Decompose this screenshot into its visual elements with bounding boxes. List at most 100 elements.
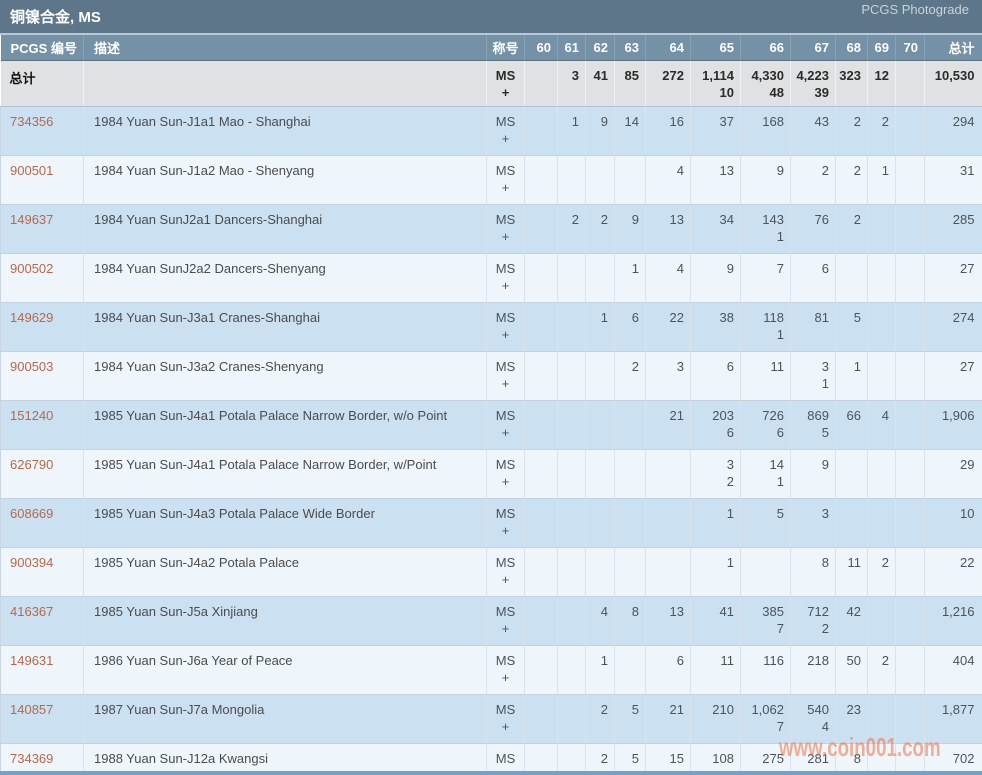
table-row: 1496291984 Yuan Sun-J3a1 Cranes-Shanghai…	[1, 303, 982, 352]
column-header-grade-70: 70	[896, 35, 925, 61]
grade-67-count-cell: 2	[791, 156, 836, 205]
pcgs-number-link[interactable]: 151240	[10, 408, 53, 423]
grade-64-count-cell	[646, 499, 691, 548]
grade-62-count-cell: 2	[586, 695, 615, 744]
grade-60-count-cell	[525, 61, 558, 107]
pcgs-number-cell: 151240	[1, 401, 84, 450]
grade-68-count-cell	[836, 254, 868, 303]
pcgs-number-link[interactable]: 900503	[10, 359, 53, 374]
grade-62-count-cell	[586, 254, 615, 303]
pcgs-number-link[interactable]: 900394	[10, 555, 53, 570]
description-cell: 1986 Yuan Sun-J6a Year of Peace	[84, 646, 487, 695]
column-header-designation: 称号	[487, 35, 525, 61]
grade-61-count-cell	[558, 254, 586, 303]
grade-63-count-cell	[615, 548, 646, 597]
grade-67-count-cell: 4,22339	[791, 61, 836, 107]
grade-70-count-cell	[896, 254, 925, 303]
grade-65-count-cell: 1	[691, 548, 741, 597]
pcgs-number-link[interactable]: 734356	[10, 114, 53, 129]
pcgs-number-link[interactable]: 140857	[10, 702, 53, 717]
grade-69-count-cell	[868, 695, 896, 744]
pcgs-number-link[interactable]: 149631	[10, 653, 53, 668]
grade-60-count-cell	[525, 254, 558, 303]
grade-66-count-cell: 7266	[741, 401, 791, 450]
pcgs-number-cell: 149637	[1, 205, 84, 254]
grade-60-count-cell	[525, 303, 558, 352]
designation-cell: MS+	[487, 205, 525, 254]
grade-68-count-cell: 2	[836, 107, 868, 156]
grade-68-count-cell: 66	[836, 401, 868, 450]
row-total-cell: 29	[925, 450, 982, 499]
grade-68-count-cell: 1	[836, 352, 868, 401]
grade-63-count-cell: 1	[615, 254, 646, 303]
grade-63-count-cell: 6	[615, 303, 646, 352]
pcgs-number-link[interactable]: 608669	[10, 506, 53, 521]
description-cell: 1985 Yuan Sun-J5a Xinjiang	[84, 597, 487, 646]
pcgs-number-link[interactable]: 416367	[10, 604, 53, 619]
grade-70-count-cell	[896, 156, 925, 205]
column-header-grade-62: 62	[586, 35, 615, 61]
grade-63-count-cell: 8	[615, 597, 646, 646]
grade-68-count-cell	[836, 450, 868, 499]
designation-cell: MS+	[487, 254, 525, 303]
row-total-cell: 31	[925, 156, 982, 205]
column-header-description: 描述	[84, 35, 487, 61]
grade-63-count-cell	[615, 499, 646, 548]
grade-64-count-cell	[646, 548, 691, 597]
pcgs-number-link[interactable]: 900501	[10, 163, 53, 178]
pcgs-number-link[interactable]: 900502	[10, 261, 53, 276]
designation-cell: MS+	[487, 695, 525, 744]
grade-61-count-cell: 1	[558, 107, 586, 156]
designation-cell: MS+	[487, 597, 525, 646]
pcgs-number-link[interactable]: 149629	[10, 310, 53, 325]
totals-label: 总计	[10, 71, 36, 86]
grade-60-count-cell	[525, 548, 558, 597]
grade-63-count-cell: 2	[615, 352, 646, 401]
grade-60-count-cell	[525, 107, 558, 156]
column-header-grade-69: 69	[868, 35, 896, 61]
table-row: 1408571987 Yuan Sun-J7a MongoliaMS+25212…	[1, 695, 982, 744]
grade-61-count-cell	[558, 156, 586, 205]
grade-65-count-cell: 1,11410	[691, 61, 741, 107]
column-header-grade-67: 67	[791, 35, 836, 61]
grade-64-count-cell: 272	[646, 61, 691, 107]
table-row: 9005021984 Yuan SunJ2a2 Dancers-Shenyang…	[1, 254, 982, 303]
grade-64-count-cell: 6	[646, 646, 691, 695]
grade-66-count-cell: 1431	[741, 205, 791, 254]
grade-66-count-cell: 116	[741, 646, 791, 695]
grade-65-count-cell: 1	[691, 499, 741, 548]
pcgs-number-cell: 608669	[1, 499, 84, 548]
pcgs-number-cell: 900394	[1, 548, 84, 597]
column-header-grade-66: 66	[741, 35, 791, 61]
grade-65-count-cell: 11	[691, 646, 741, 695]
grade-70-count-cell	[896, 303, 925, 352]
grade-60-count-cell	[525, 646, 558, 695]
grade-67-count-cell: 8695	[791, 401, 836, 450]
row-total-cell: 10,530	[925, 61, 982, 107]
grade-69-count-cell: 4	[868, 401, 896, 450]
grade-67-count-cell: 31	[791, 352, 836, 401]
grade-66-count-cell: 168	[741, 107, 791, 156]
pcgs-photograde-link[interactable]: PCGS Photograde	[861, 2, 969, 17]
pcgs-number-link[interactable]: 734369	[10, 751, 53, 766]
grade-68-count-cell: 2	[836, 205, 868, 254]
column-header-grade-65: 65	[691, 35, 741, 61]
grade-60-count-cell	[525, 450, 558, 499]
row-total-cell: 274	[925, 303, 982, 352]
grade-70-count-cell	[896, 695, 925, 744]
grade-66-count-cell: 5	[741, 499, 791, 548]
grade-61-count-cell	[558, 695, 586, 744]
table-body: 总计MS+341852721,114104,330484,22339323121…	[1, 61, 982, 775]
column-header-pcgs-number: PCGS 编号	[1, 35, 84, 61]
row-total-cell: 1,906	[925, 401, 982, 450]
pcgs-number-link[interactable]: 149637	[10, 212, 53, 227]
row-total-cell: 27	[925, 254, 982, 303]
grade-67-count-cell: 7122	[791, 597, 836, 646]
grade-68-count-cell: 2	[836, 156, 868, 205]
pcgs-number-cell: 626790	[1, 450, 84, 499]
grade-66-count-cell: 4,33048	[741, 61, 791, 107]
pcgs-number-link[interactable]: 626790	[10, 457, 53, 472]
grade-66-count-cell: 1,0627	[741, 695, 791, 744]
column-header-grade-64: 64	[646, 35, 691, 61]
grade-67-count-cell: 81	[791, 303, 836, 352]
